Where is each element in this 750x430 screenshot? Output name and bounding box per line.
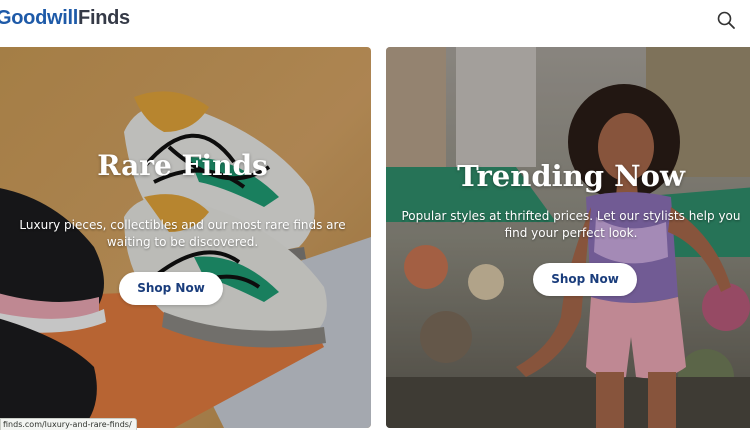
card-title: Trending Now: [457, 159, 685, 193]
card-description-line: Luxury pieces, collectibles and our most…: [19, 218, 346, 232]
card-title: Rare Finds: [97, 149, 268, 182]
logo-secondary-text: Finds: [78, 7, 130, 29]
card-description-line: waiting to be discovered.: [106, 235, 259, 249]
card-description: Popular styles at thrifted prices. Let o…: [386, 208, 750, 242]
status-bar-url: finds.com/luxury-and-rare-finds/: [0, 418, 137, 430]
goodwillfinds-logo[interactable]: GoodwillFinds: [0, 7, 130, 30]
card-description-line: find your perfect look.: [504, 226, 638, 240]
shop-now-button[interactable]: Shop Now: [119, 272, 223, 305]
rare-finds-card[interactable]: Rare Finds Luxury pieces, collectibles a…: [0, 47, 371, 428]
search-button[interactable]: [716, 10, 736, 30]
card-description: Luxury pieces, collectibles and our most…: [0, 217, 371, 251]
logo-primary-text: Goodwill: [0, 7, 79, 29]
search-icon: [717, 11, 735, 29]
shop-now-button[interactable]: Shop Now: [533, 263, 637, 296]
trending-now-card[interactable]: Trending Now Popular styles at thrifted …: [386, 47, 750, 428]
card-description-line: Popular styles at thrifted prices. Let o…: [401, 209, 741, 223]
site-header: GoodwillFinds: [0, 0, 750, 40]
